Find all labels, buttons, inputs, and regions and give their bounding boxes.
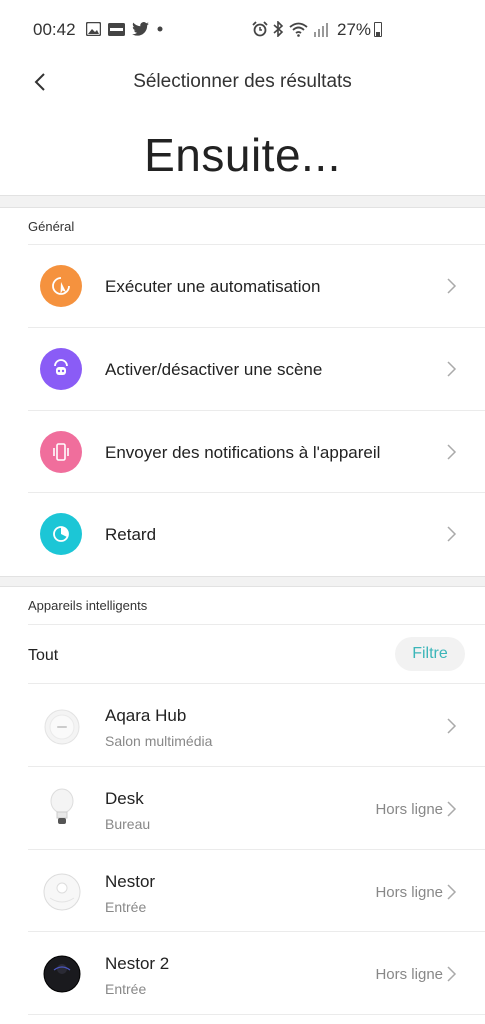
big-title: Ensuite... <box>144 129 341 181</box>
action-toggle-scene[interactable]: Activer/désactiver une scène <box>0 328 485 410</box>
device-status: Hors ligne <box>375 884 443 901</box>
status-time: 00:42 <box>33 20 76 39</box>
bluetooth-icon <box>273 21 284 37</box>
status-system-icons <box>252 21 328 37</box>
chevron-right-icon <box>447 801 457 817</box>
device-room: Bureau <box>105 816 151 832</box>
page-title: Sélectionner des résultats <box>133 71 352 92</box>
chevron-right-icon <box>447 718 457 734</box>
device-room: Salon multimédia <box>105 733 213 749</box>
device-row-nestor[interactable]: Nestor Entrée Hors ligne <box>0 850 485 933</box>
automation-icon <box>40 265 82 307</box>
filter-button[interactable]: Filtre <box>395 637 465 671</box>
wifi-icon <box>289 22 308 37</box>
device-row-nestor-2[interactable]: Nestor 2 Entrée Hors ligne <box>0 932 485 1015</box>
filter-all-label[interactable]: Tout <box>28 647 58 665</box>
action-run-automation[interactable]: Exécuter une automatisation <box>0 245 485 327</box>
section-separator <box>0 576 485 587</box>
section-label-general: Général <box>28 219 75 234</box>
device-row-aqara-hub[interactable]: Aqara Hub Salon multimédia <box>0 684 485 767</box>
device-filter-row: Tout Filtre <box>0 625 485 683</box>
dot-icon <box>157 26 163 32</box>
device-room: Entrée <box>105 981 147 997</box>
action-delay[interactable]: Retard <box>0 493 485 575</box>
device-name: Aqara Hub <box>105 706 187 725</box>
chevron-right-icon <box>447 361 457 377</box>
action-label: Retard <box>105 525 157 544</box>
status-notification-icons <box>86 22 164 36</box>
chevron-right-icon <box>447 444 457 460</box>
chevron-right-icon <box>447 278 457 294</box>
device-name: Nestor <box>105 872 156 891</box>
divider <box>28 1014 485 1015</box>
section-separator <box>0 195 485 208</box>
device-status: Hors ligne <box>375 966 443 983</box>
alarm-icon <box>252 21 268 37</box>
device-status: Hors ligne <box>375 801 443 818</box>
news-icon <box>108 22 125 36</box>
bulb-device-icon <box>50 788 74 824</box>
action-label: Exécuter une automatisation <box>105 277 321 296</box>
twitter-icon <box>132 22 149 36</box>
image-icon <box>86 22 101 36</box>
action-send-notifications[interactable]: Envoyer des notifications à l'appareil <box>0 411 485 493</box>
action-label: Activer/désactiver une scène <box>105 360 323 379</box>
signal-icon <box>314 22 328 37</box>
chevron-right-icon <box>447 526 457 542</box>
robot-vacuum-white-icon <box>43 873 81 911</box>
battery-icon <box>374 22 382 37</box>
timer-icon <box>40 513 82 555</box>
phone-vibrate-icon <box>40 431 82 473</box>
status-bar: 00:42 27% <box>0 0 485 62</box>
device-name: Nestor 2 <box>105 954 170 973</box>
chevron-right-icon <box>447 966 457 982</box>
device-room: Entrée <box>105 899 147 915</box>
robot-vacuum-black-icon <box>43 955 81 993</box>
header: Sélectionner des résultats <box>0 62 485 102</box>
chevron-right-icon <box>447 884 457 900</box>
device-row-desk[interactable]: Desk Bureau Hors ligne <box>0 767 485 850</box>
action-label: Envoyer des notifications à l'appareil <box>105 443 381 462</box>
device-name: Desk <box>105 789 144 808</box>
battery-percentage: 27% <box>337 20 372 39</box>
hub-device-icon <box>44 709 80 745</box>
section-label-devices: Appareils intelligents <box>28 598 148 613</box>
scene-icon <box>40 348 82 390</box>
